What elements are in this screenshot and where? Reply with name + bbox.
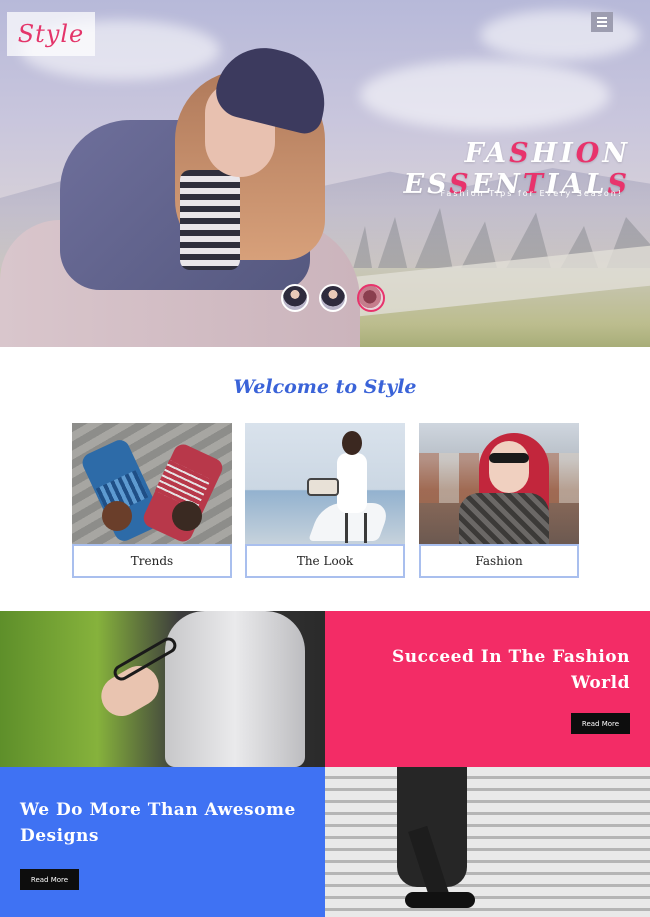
image-figure <box>165 611 305 767</box>
card-the-look-label[interactable]: The Look <box>245 544 405 578</box>
slider-thumb-1[interactable] <box>281 284 309 312</box>
hero-subtitle: Fashion Tips for Every Season! <box>440 189 623 198</box>
card-fashion-label[interactable]: Fashion <box>419 544 579 578</box>
image-figure <box>489 441 529 493</box>
card-trends[interactable]: Trends <box>72 423 232 578</box>
feature-photo-sunglasses <box>0 611 325 767</box>
feature-pink-panel: Succeed In The Fashion World Read More <box>325 611 650 767</box>
hero-title-part: HI <box>531 138 576 169</box>
image-figure <box>307 478 339 496</box>
card-the-look[interactable]: The Look <box>245 423 405 578</box>
hero-banner: Style FASHION ESSENTIALS Fashion Tips fo… <box>0 0 650 347</box>
menu-button[interactable] <box>591 12 613 32</box>
hamburger-icon <box>597 17 607 19</box>
cloud <box>480 10 640 60</box>
pink-panel-heading: Succeed In The Fashion World <box>392 647 630 693</box>
image-figure <box>102 501 132 531</box>
feature-blue-panel: We Do More Than Awesome Designs Read Mor… <box>0 767 325 917</box>
slider-thumb-2[interactable] <box>319 284 347 312</box>
image-figure <box>459 493 549 544</box>
card-fashion-image[interactable] <box>419 423 579 544</box>
site-logo[interactable]: Style <box>7 12 95 56</box>
hamburger-icon-line <box>597 25 607 27</box>
image-figure <box>405 892 475 908</box>
cloud <box>360 60 610 130</box>
card-fashion[interactable]: Fashion <box>419 423 579 578</box>
blue-read-more-button[interactable]: Read More <box>20 869 79 890</box>
hamburger-icon-line <box>597 21 607 23</box>
hero-model-shirt <box>180 170 240 270</box>
image-figure <box>345 513 367 543</box>
image-figure <box>172 501 202 531</box>
hero-title-accent: O <box>575 138 603 169</box>
card-the-look-image[interactable] <box>245 423 405 544</box>
hero-title-part: FA <box>464 138 510 169</box>
pink-read-more-button[interactable]: Read More <box>571 713 630 734</box>
image-figure <box>342 431 362 455</box>
image-figure <box>337 453 367 513</box>
slider-thumbnails <box>281 284 385 312</box>
image-figure <box>489 453 529 463</box>
welcome-title: Welcome to Style <box>233 376 417 398</box>
card-trends-label[interactable]: Trends <box>72 544 232 578</box>
feature-photo-shutter <box>325 767 650 917</box>
logo-text: Style <box>17 20 85 48</box>
slider-thumb-3-active[interactable] <box>357 284 385 312</box>
card-trends-image[interactable] <box>72 423 232 544</box>
hero-title-accent: S <box>509 138 532 169</box>
blue-panel-heading: We Do More Than Awesome Designs <box>20 800 296 846</box>
